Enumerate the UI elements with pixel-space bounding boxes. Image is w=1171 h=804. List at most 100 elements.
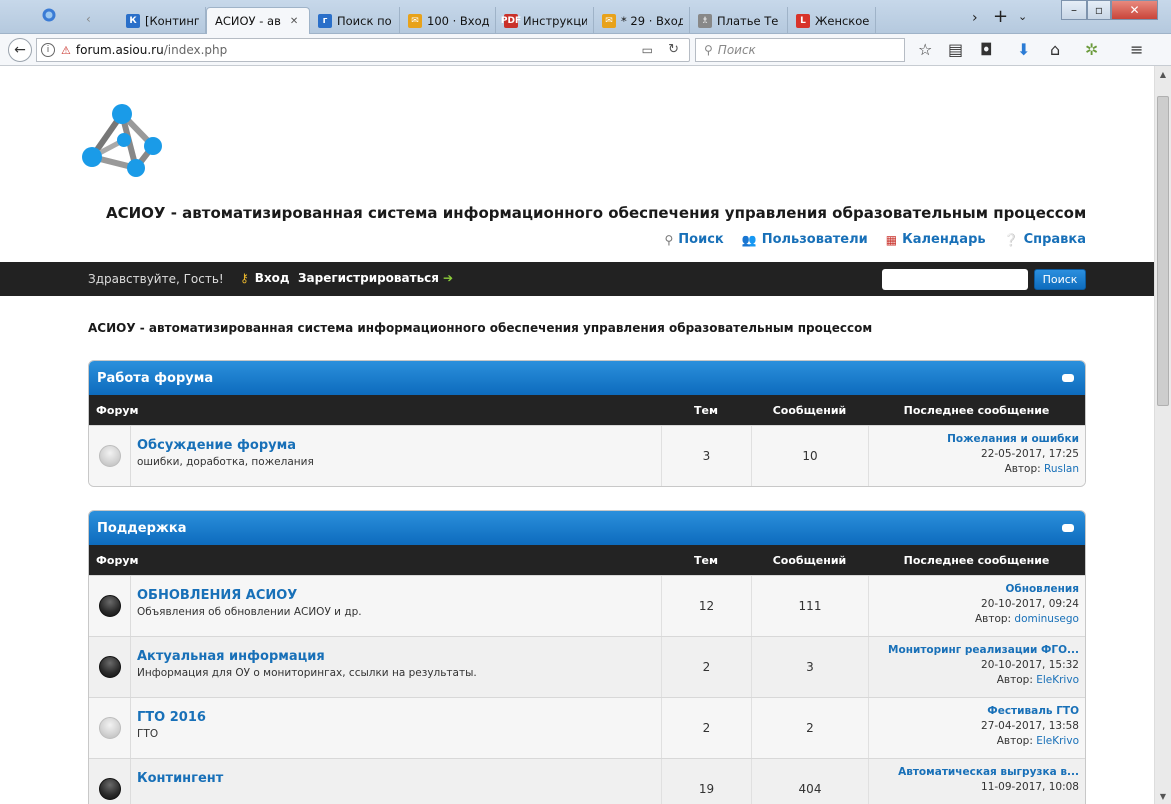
- reader-view-icon[interactable]: ▭: [642, 43, 653, 57]
- forum-row: ГТО 2016 ГТО 2 2 Фестиваль ГТО 27-04-2017, 13…: [89, 697, 1085, 758]
- register-label: Зарегистрироваться: [298, 271, 439, 285]
- login-label: Вход: [254, 271, 290, 285]
- browser-tab[interactable]: К [Контингент: [118, 7, 206, 34]
- tab-close-icon[interactable]: ✕: [290, 16, 298, 27]
- author-link[interactable]: dominusego: [1014, 613, 1079, 625]
- last-post-cell: Обновления 20-10-2017, 09:24 Автор: dominu…: [868, 576, 1085, 636]
- forum-row: Актуальная информация Информация для ОУ о…: [89, 636, 1085, 697]
- url-bar[interactable]: i ⚠ forum.asiou.ru/index.php ▭ ↻: [36, 38, 690, 62]
- tab-favicon-icon: ♗: [698, 13, 712, 28]
- tab-favicon-icon: ✉: [602, 13, 616, 28]
- extension-icon[interactable]: ✲: [1085, 40, 1098, 59]
- page-scrollbar[interactable]: ▲ ▼: [1154, 66, 1171, 804]
- author-link[interactable]: EleKrivo: [1036, 735, 1079, 747]
- browser-tab[interactable]: PDF Инструкци: [496, 7, 594, 34]
- forum-description: Объявления об обновлении АСИОУ и др.: [137, 606, 362, 618]
- column-headers: Форум Тем Сообщений Последнее сообщение: [89, 545, 1085, 575]
- forum-description: Информация для ОУ о мониторингах, ссылки…: [137, 667, 477, 679]
- tab-strip: К [Контингент АСИОУ - ав ✕ г Поиск по ✉ 100 · В…: [118, 7, 876, 34]
- calendar-link[interactable]: ▦ Календарь: [886, 232, 986, 247]
- last-post-title[interactable]: Обновления: [869, 582, 1079, 597]
- author-link[interactable]: Ruslan: [1044, 463, 1079, 475]
- browser-tab[interactable]: ♗ Платье Те: [690, 7, 788, 34]
- forum-title-link[interactable]: ГТО 2016: [137, 710, 661, 725]
- minimize-button[interactable]: –: [1061, 0, 1087, 20]
- category-header[interactable]: Поддержка: [89, 511, 1085, 545]
- forum-search-button[interactable]: Поиск: [1034, 269, 1086, 290]
- forum-title-link[interactable]: ОБНОВЛЕНИЯ АСИОУ: [137, 588, 661, 603]
- last-post-title[interactable]: Фестиваль ГТО: [869, 704, 1079, 719]
- last-post-title[interactable]: Мониторинг реализации ФГО...: [869, 643, 1079, 658]
- forum-row: Обсуждение форума ошибки, доработка, поже…: [89, 425, 1085, 486]
- info-icon[interactable]: i: [41, 43, 55, 57]
- category-header[interactable]: Работа форума: [89, 361, 1085, 395]
- category-title[interactable]: Работа форума: [97, 371, 213, 386]
- tab-label: Женское п: [815, 13, 869, 28]
- site-logo[interactable]: [78, 102, 168, 181]
- unread-forum-icon: [98, 595, 121, 617]
- last-post-author-line: Автор: dominusego: [869, 612, 1079, 627]
- last-post-author-line: Автор: Ruslan: [869, 462, 1079, 477]
- category-title[interactable]: Поддержка: [97, 521, 186, 536]
- last-post-title[interactable]: Пожелания и ошибки: [869, 432, 1079, 447]
- scroll-down-icon[interactable]: ▼: [1155, 788, 1171, 804]
- reading-list-icon[interactable]: ▤: [948, 40, 963, 59]
- forum-row: ОБНОВЛЕНИЯ АСИОУ Объявления об обновлении…: [89, 575, 1085, 636]
- posts-count: 10: [751, 426, 868, 486]
- last-post-cell: Пожелания и ошибки 22-05-2017, 17:25 Автор…: [868, 426, 1085, 486]
- browser-tab[interactable]: г Поиск по: [310, 7, 400, 34]
- help-icon: ❔: [1003, 232, 1019, 247]
- help-link[interactable]: ❔ Справка: [1004, 232, 1086, 247]
- topics-count: 3: [661, 426, 751, 486]
- scroll-thumb[interactable]: [1157, 96, 1169, 406]
- author-link[interactable]: EleKrivo: [1036, 674, 1079, 686]
- scroll-up-icon[interactable]: ▲: [1155, 66, 1171, 82]
- back-button[interactable]: ←: [8, 38, 32, 62]
- new-tab-button[interactable]: +: [993, 6, 1008, 27]
- users-link[interactable]: 👥 Пользователи: [742, 232, 868, 247]
- browser-tab[interactable]: L Женское п: [788, 7, 876, 34]
- forum-search-input[interactable]: [882, 269, 1028, 290]
- magnifier-icon: ⚲: [704, 43, 713, 57]
- topics-count: 2: [661, 698, 751, 758]
- collapse-icon[interactable]: [1062, 374, 1074, 382]
- navigation-toolbar: ← i ⚠ forum.asiou.ru/index.php ▭ ↻ ⚲ Пои…: [0, 34, 1171, 66]
- tab-scroll-right-icon[interactable]: ›: [972, 10, 978, 26]
- tab-list-icon[interactable]: ⌄: [1018, 10, 1027, 23]
- last-post-title[interactable]: Автоматическая выгрузка в...: [869, 765, 1079, 780]
- topics-count: 12: [661, 576, 751, 636]
- key-icon: ⚷: [240, 271, 249, 285]
- close-window-button[interactable]: ✕: [1111, 0, 1158, 20]
- search-icon: ⚲: [664, 232, 674, 247]
- home-icon[interactable]: ⌂: [1050, 40, 1060, 59]
- tab-label: Поиск по: [337, 13, 392, 28]
- browser-tab[interactable]: АСИОУ - ав ✕: [206, 7, 310, 34]
- login-link[interactable]: ⚷ Вход: [240, 271, 290, 285]
- pocket-icon[interactable]: ◘: [980, 40, 993, 59]
- topics-count: 19: [661, 759, 751, 804]
- downloads-icon[interactable]: ⬇: [1017, 40, 1030, 59]
- reload-icon[interactable]: ↻: [668, 42, 679, 57]
- last-post-date: 22-05-2017, 17:25: [981, 448, 1079, 460]
- users-link-label: Пользователи: [761, 232, 868, 247]
- browser-tab[interactable]: ✉ 100 · Входя: [400, 7, 496, 34]
- author-label: Автор:: [996, 674, 1033, 686]
- collapse-icon[interactable]: [1062, 524, 1074, 532]
- forum-status-cell: [89, 426, 131, 486]
- col-topics: Тем: [694, 403, 718, 417]
- maximize-button[interactable]: ▫: [1087, 0, 1111, 20]
- tab-label: * 29 · Входя: [621, 13, 683, 28]
- browser-tab[interactable]: ✉ * 29 · Входя: [594, 7, 690, 34]
- forum-title-link[interactable]: Актуальная информация: [137, 649, 661, 664]
- posts-count: 404: [751, 759, 868, 804]
- tab-back-icon[interactable]: ‹: [86, 12, 91, 26]
- forum-description: ГТО: [137, 728, 159, 740]
- forum-title-link[interactable]: Обсуждение форума: [137, 438, 661, 453]
- browser-search-box[interactable]: ⚲ Поиск: [695, 38, 905, 62]
- forum-title-link[interactable]: Контингент: [137, 771, 661, 786]
- menu-icon[interactable]: ≡: [1130, 40, 1143, 59]
- tab-favicon-icon: г: [318, 13, 332, 28]
- search-link[interactable]: ⚲ Поиск: [665, 232, 724, 247]
- bookmark-star-icon[interactable]: ☆: [918, 40, 932, 59]
- register-link[interactable]: Зарегистрироваться ➔: [298, 271, 453, 285]
